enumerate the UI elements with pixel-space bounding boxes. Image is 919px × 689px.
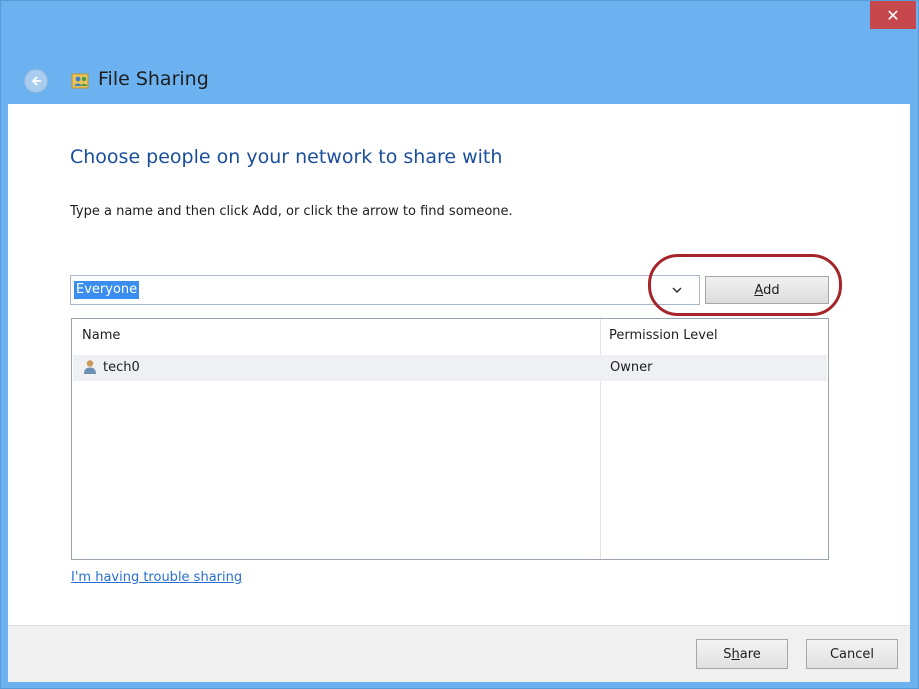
instruction-text: Type a name and then click Add, or click…	[70, 204, 513, 219]
file-sharing-window: ✕ File Sharing Choose people on your net…	[0, 0, 919, 689]
name-input[interactable]: Everyone	[74, 281, 140, 299]
content-panel: Choose people on your network to share w…	[8, 104, 910, 625]
cancel-button[interactable]: Cancel	[806, 639, 898, 669]
window-header: File Sharing	[1, 56, 918, 106]
chevron-down-icon	[672, 286, 682, 293]
back-arrow-icon	[31, 76, 41, 86]
user-icon	[84, 360, 96, 374]
share-button[interactable]: Share	[696, 639, 788, 669]
add-button-label: Add	[754, 282, 780, 298]
file-sharing-icon	[71, 73, 89, 89]
combo-dropdown-button[interactable]	[655, 276, 699, 304]
close-button[interactable]: ✕	[870, 1, 916, 29]
name-combobox[interactable]: Everyone	[70, 275, 700, 305]
column-header-permission[interactable]: Permission Level	[609, 319, 819, 351]
cancel-button-label: Cancel	[829, 646, 875, 662]
dialog-footer: Share Cancel	[8, 625, 910, 682]
row-user-name: tech0	[103, 360, 140, 375]
sharing-list[interactable]: Name Permission Level tech0 Owner	[71, 318, 829, 560]
share-button-label: Share	[723, 646, 761, 662]
back-button[interactable]	[24, 69, 48, 93]
close-icon: ✕	[886, 5, 900, 25]
table-row[interactable]: tech0 Owner	[73, 355, 827, 381]
window-title: File Sharing	[98, 68, 209, 90]
page-heading: Choose people on your network to share w…	[70, 146, 503, 168]
trouble-sharing-link[interactable]: I'm having trouble sharing	[71, 570, 242, 585]
row-permission-level[interactable]: Owner	[610, 360, 652, 375]
column-header-name[interactable]: Name	[82, 319, 582, 351]
add-button[interactable]: Add	[705, 276, 829, 304]
